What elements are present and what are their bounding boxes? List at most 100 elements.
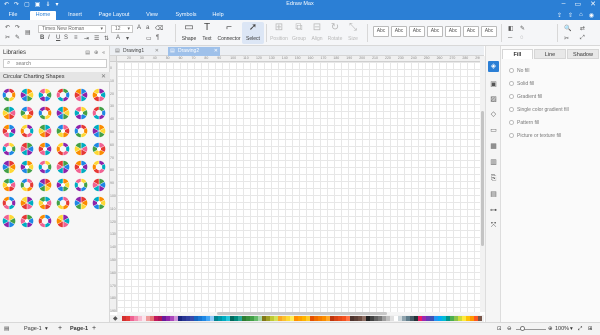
scrollbar-thumb[interactable] (481, 111, 484, 246)
line-style-icon[interactable]: ─ (508, 35, 512, 41)
fill-option-gradient[interactable]: Gradient fill (509, 94, 542, 100)
color-swatch[interactable] (478, 316, 482, 321)
star-shape-icon[interactable] (74, 124, 88, 138)
replace-icon[interactable]: ⇄ (580, 25, 585, 32)
radial-shape-icon[interactable] (38, 142, 52, 156)
add-page-icon[interactable]: + (58, 325, 62, 332)
sector-ring-shape-icon[interactable] (74, 196, 88, 210)
format-panel-icon[interactable]: ▣ (488, 79, 499, 90)
ring-shape-icon[interactable] (38, 214, 52, 228)
pie-shape-icon[interactable] (74, 88, 88, 102)
style-preset-4[interactable]: Abc (427, 26, 443, 37)
undo-small-icon[interactable]: ↶ (5, 24, 10, 31)
ring-shape-icon[interactable] (74, 178, 88, 192)
radial-shape-icon[interactable] (2, 178, 16, 192)
radial-shape-icon[interactable] (20, 160, 34, 174)
style-preset-2[interactable]: Abc (391, 26, 407, 37)
size-button[interactable]: ⤡ Size (342, 22, 364, 44)
sector-ring-shape-icon[interactable] (92, 178, 106, 192)
text-box-icon[interactable]: ▭ (146, 35, 152, 42)
donut-shape-icon[interactable] (74, 160, 88, 174)
hyperlink-panel-icon[interactable]: ⎘ (488, 173, 499, 184)
tab-shadow[interactable]: Shadow (567, 49, 599, 59)
close-tab-icon[interactable]: ✕ (214, 47, 218, 56)
publish-icon[interactable]: ⇪ (557, 12, 562, 19)
style-preset-5[interactable]: Abc (445, 26, 461, 37)
cut-icon[interactable]: ✂ (5, 34, 10, 41)
menu-tab-file[interactable]: File (4, 11, 22, 20)
library-search-input[interactable] (16, 61, 104, 67)
line-color-icon[interactable]: ✎ (520, 25, 525, 32)
grow-font-icon[interactable]: A (137, 25, 141, 31)
fullscreen-icon[interactable]: ⤢ (578, 326, 582, 333)
drawing-canvas[interactable] (117, 62, 480, 312)
strikethrough-icon[interactable]: S (64, 35, 68, 41)
star-shape-icon[interactable] (92, 106, 106, 120)
cycle-shape-icon[interactable] (92, 196, 106, 210)
star-shape-icon[interactable] (38, 160, 52, 174)
style-preset-6[interactable]: Abc (463, 26, 479, 37)
zoom-out-icon[interactable]: ⊖ (507, 326, 512, 332)
star-shape-icon[interactable] (2, 196, 16, 210)
radial-shape-icon[interactable] (74, 106, 88, 120)
ring-shape-icon[interactable] (56, 196, 70, 210)
document-tab-drawing2[interactable]: ▤ Drawing2 ✕ (168, 47, 220, 56)
font-color-icon[interactable]: A (116, 35, 120, 41)
layers-panel-icon[interactable]: ◇ (488, 109, 499, 120)
donut-shape-icon[interactable] (38, 196, 52, 210)
text-direction-icon[interactable]: ⇅ (104, 35, 109, 42)
align-icon[interactable]: ☰ (94, 35, 99, 42)
zoom-slider-handle[interactable] (520, 326, 525, 331)
spiral-shape-icon[interactable] (20, 196, 34, 210)
italic-icon[interactable]: I (48, 35, 50, 41)
highlight-icon[interactable]: ▾ (126, 35, 129, 42)
maximize-button[interactable]: ▭ (575, 0, 582, 8)
fill-option-no-fill[interactable]: No fill (509, 68, 530, 74)
tab-line[interactable]: Line (534, 49, 566, 59)
text-tool-button[interactable]: T Text (196, 22, 218, 44)
page-panel-icon[interactable]: ▭ (488, 125, 499, 136)
page-tab-active[interactable]: Page-1 (70, 326, 88, 332)
paste-icon[interactable]: ▤ (25, 29, 31, 36)
shrink-font-icon[interactable]: a (146, 25, 149, 31)
clear-format-icon[interactable]: ⌫ (155, 25, 163, 32)
menu-tab-view[interactable]: View (142, 11, 162, 20)
data-panel-icon[interactable]: ▦ (488, 141, 499, 152)
library-collapse-icon[interactable]: « (102, 50, 105, 56)
donut-shape-icon[interactable] (92, 142, 106, 156)
redo-small-icon[interactable]: ↷ (15, 24, 20, 31)
fill-option-pattern[interactable]: Pattern fill (509, 120, 539, 126)
page-view-icon[interactable]: ▤ (4, 326, 9, 332)
format-painter-icon[interactable]: ✎ (15, 34, 20, 41)
spiral-shape-icon[interactable] (56, 160, 70, 174)
chart-panel-icon[interactable]: ▥ (488, 157, 499, 168)
select-tool-button[interactable]: ➚ Select (242, 22, 264, 44)
chevron-down-icon[interactable]: ▾ (570, 326, 573, 332)
connector-tool-button[interactable]: ⌐ Connector (217, 22, 241, 44)
donut-shape-icon[interactable] (2, 88, 16, 102)
library-add-icon[interactable]: ⊕ (94, 50, 98, 56)
menu-tab-help[interactable]: Help (208, 11, 228, 20)
attachment-panel-icon[interactable]: ▤ (488, 189, 499, 200)
font-size-select[interactable]: 12 ▾ (111, 25, 133, 33)
cycle-shape-icon[interactable] (56, 88, 70, 102)
fill-option-single-gradient[interactable]: Single color gradient fill (509, 107, 569, 113)
fit-page-icon[interactable]: ⊡ (497, 326, 502, 332)
library-search-box[interactable]: ⌕ (3, 59, 107, 68)
account-icon[interactable]: ◉ (589, 12, 594, 19)
ring-shape-icon[interactable] (20, 88, 34, 102)
sector-ring-shape-icon[interactable] (2, 124, 16, 138)
pie-shape-icon[interactable] (38, 124, 52, 138)
sector-ring-shape-icon[interactable] (56, 214, 70, 228)
zoom-in-icon[interactable]: ⊕ (548, 326, 553, 332)
fill-panel-icon[interactable]: ◈ (488, 61, 499, 72)
library-manage-icon[interactable]: ▤ (85, 50, 90, 56)
fill-color-icon[interactable]: ◧ (508, 25, 514, 32)
radial-shape-icon[interactable] (56, 124, 70, 138)
paint-bucket-icon[interactable]: ◆ (113, 315, 118, 322)
fit-icon[interactable]: ⤢ (580, 35, 585, 42)
paragraph-icon[interactable]: ¶ (156, 35, 159, 41)
close-icon[interactable]: ✕ (101, 73, 106, 80)
close-tab-icon[interactable]: ✕ (155, 47, 159, 56)
tab-fill[interactable]: Fill (502, 49, 533, 59)
